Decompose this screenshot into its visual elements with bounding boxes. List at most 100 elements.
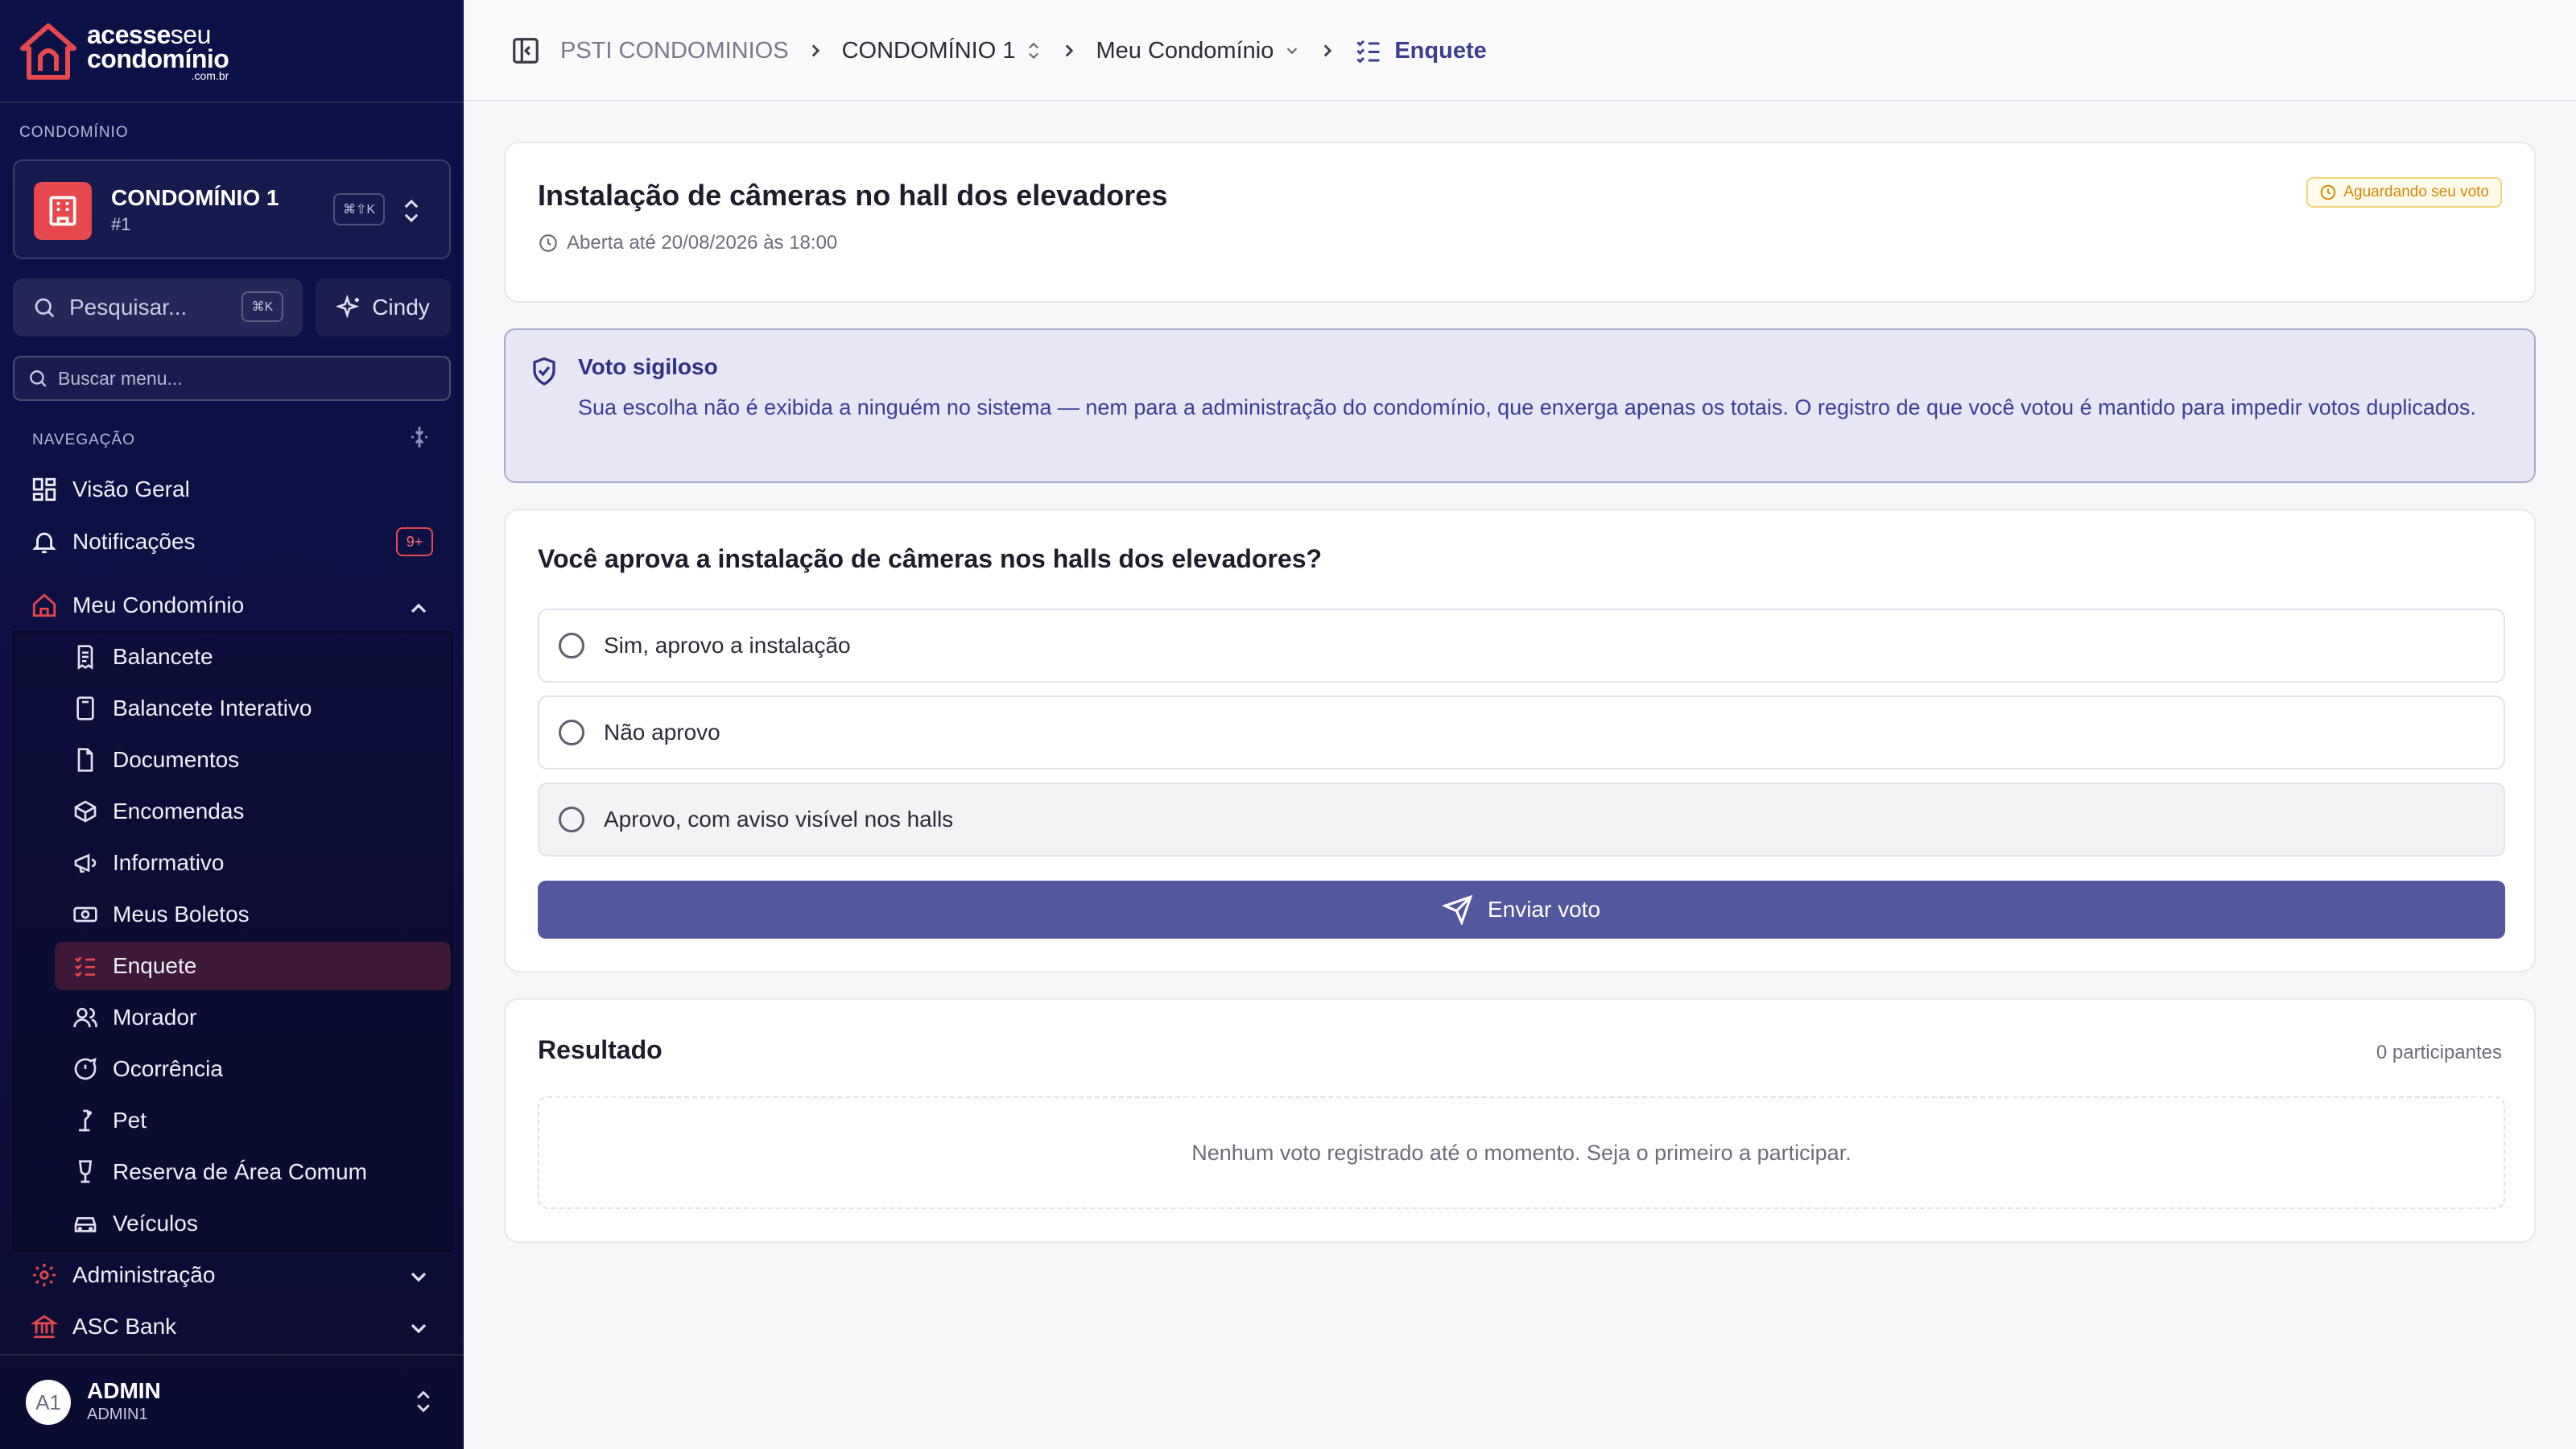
nav-group-administracao[interactable]: Administração (27, 1254, 215, 1296)
status-badge: Aguardando seu voto (2306, 177, 2502, 208)
sidebar-item-ocorrencia[interactable]: Ocorrência (55, 1045, 451, 1093)
menu-search-field[interactable] (13, 356, 451, 401)
result-empty-state: Nenhum voto registrado até o momento. Se… (538, 1096, 2505, 1209)
brand-logo[interactable]: acesseseu condomínio .com.br (18, 21, 229, 82)
user-name: ADMIN (87, 1378, 161, 1403)
sidebar-item-pet[interactable]: Pet (55, 1096, 451, 1145)
chevron-up-icon[interactable] (406, 596, 431, 621)
sidebar-item-encomendas[interactable]: Encomendas (55, 787, 451, 836)
radio-button[interactable] (559, 720, 584, 745)
collapse-all-icon[interactable] (406, 423, 433, 451)
home-icon (27, 588, 61, 622)
submit-vote-button[interactable]: Enviar voto (538, 881, 2505, 939)
search-shortcut: ⌘K (242, 291, 283, 322)
question-card: Você aprova a instalação de câmeras nos … (504, 509, 2536, 972)
nav-group-asc-bank[interactable]: ASC Bank (27, 1306, 176, 1348)
notice-title: Voto sigiloso (578, 354, 718, 379)
result-title: Resultado (538, 1035, 663, 1064)
secret-vote-notice: Voto sigiloso Sua escolha não é exibida … (504, 328, 2536, 483)
condo-name: CONDOMÍNIO 1 (111, 185, 279, 210)
cindy-label: Cindy (372, 295, 430, 320)
breadcrumb-item-condominio[interactable]: CONDOMÍNIO 1 (842, 38, 1016, 64)
building-icon (34, 182, 92, 240)
result-card: Resultado 0 participantes Nenhum voto re… (504, 998, 2536, 1243)
vote-option-1[interactable]: Sim, aprovo a instalação (538, 609, 2505, 683)
paw-icon (69, 1104, 101, 1137)
sidebar-toggle-icon[interactable] (510, 35, 541, 66)
radio-button[interactable] (559, 633, 584, 658)
breadcrumb-item-meu-condominio[interactable]: Meu Condomínio (1096, 38, 1274, 64)
clock-icon (539, 234, 557, 252)
calculator-icon (69, 692, 101, 724)
message-icon (69, 1053, 101, 1085)
chevron-down-icon[interactable] (406, 1315, 431, 1341)
vote-option-2[interactable]: Não aprovo (538, 696, 2505, 770)
sidebar-item-balancete-interativo[interactable]: Balancete Interativo (55, 684, 451, 733)
user-menu[interactable]: A1 ADMIN ADMIN1 (0, 1354, 464, 1449)
boxes-icon (69, 795, 101, 828)
sidebar-item-reserva-area-comum[interactable]: Reserva de Área Comum (55, 1148, 451, 1196)
poll-deadline: Aberta até 20/08/2026 às 18:00 (538, 232, 837, 254)
sidebar-item-veiculos[interactable]: Veículos (55, 1199, 451, 1248)
megaphone-icon (69, 847, 101, 879)
receipt-icon (69, 641, 101, 673)
condo-switcher[interactable]: CONDOMÍNIO 1 #1 ⌘⇧K (13, 159, 451, 259)
sidebar-item-documentos[interactable]: Documentos (55, 736, 451, 784)
poll-title: Instalação de câmeras no hall dos elevad… (538, 179, 1168, 212)
bell-icon (27, 525, 61, 559)
sparkles-icon (336, 295, 360, 319)
chevron-right-icon (1066, 44, 1074, 57)
chevron-right-icon (1324, 44, 1332, 57)
chevrons-up-down-icon (404, 199, 419, 223)
menu-search-input[interactable] (58, 367, 428, 390)
poll-header-card: Instalação de câmeras no hall dos elevad… (504, 142, 2536, 303)
notice-body: Sua escolha não é exibida a ninguém no s… (578, 395, 2476, 419)
gear-icon (27, 1258, 61, 1292)
condo-section-label: CONDOMÍNIO (19, 124, 129, 141)
car-icon (69, 1208, 101, 1240)
notifications-badge: 9+ (396, 527, 433, 556)
sidebar-item-balancete[interactable]: Balancete (55, 633, 451, 681)
clock-icon (2321, 184, 2336, 200)
bank-icon (27, 1310, 61, 1344)
global-search-label: Pesquisar... (69, 295, 188, 320)
search-icon (30, 370, 47, 387)
breadcrumb: PSTI CONDOMINIOS CONDOMÍNIO 1 Meu Condom… (510, 31, 1487, 71)
avatar: A1 (26, 1380, 71, 1425)
sidebar-item-meus-boletos[interactable]: Meus Boletos (55, 890, 451, 939)
nav-item-notifications[interactable]: Notificações (27, 521, 196, 563)
radio-button[interactable] (559, 807, 584, 832)
sidebar-divider (0, 101, 464, 103)
breadcrumb-item-psti[interactable]: PSTI CONDOMINIOS (560, 38, 789, 64)
search-icon (35, 298, 55, 318)
nav-group-meu-condominio[interactable]: Meu Condomínio (27, 584, 244, 626)
sidebar-item-informativo[interactable]: Informativo (55, 839, 451, 887)
chevron-down-icon[interactable] (1283, 42, 1301, 60)
nav-item-overview[interactable]: Visão Geral (27, 469, 190, 510)
main-content: PSTI CONDOMINIOS CONDOMÍNIO 1 Meu Condom… (464, 0, 2576, 1449)
condo-shortcut: ⌘⇧K (333, 193, 385, 225)
nav-section-label: NAVEGAÇÃO (32, 431, 135, 448)
grid-icon (27, 473, 61, 506)
chevrons-up-down-icon[interactable] (1025, 40, 1042, 61)
wine-icon (69, 1156, 101, 1188)
chevrons-up-down-icon (417, 1390, 430, 1413)
chevron-down-icon[interactable] (406, 1264, 431, 1290)
participants-count: 0 participantes (2376, 1042, 2502, 1063)
send-icon (1442, 894, 1473, 925)
banknote-icon (69, 898, 101, 931)
list-checks-icon (69, 950, 101, 982)
global-search-button[interactable]: Pesquisar... ⌘K (13, 279, 303, 336)
brand-wordmark: acesseseu condomínio .com.br (87, 20, 229, 82)
list-checks-icon (1356, 39, 1380, 64)
sidebar-item-morador[interactable]: Morador (55, 993, 451, 1042)
condo-number: #1 (111, 214, 131, 234)
users-icon (69, 1001, 101, 1034)
top-bar: PSTI CONDOMINIOS CONDOMÍNIO 1 Meu Condom… (464, 0, 2576, 101)
vote-option-3[interactable]: Aprovo, com aviso visível nos halls (538, 782, 2505, 857)
user-login: ADMIN1 (87, 1406, 148, 1423)
house-logo-icon (20, 23, 76, 80)
cindy-assistant-button[interactable]: Cindy (316, 279, 451, 336)
chevron-right-icon (811, 44, 819, 57)
sidebar-item-enquete[interactable]: Enquete (55, 942, 451, 990)
